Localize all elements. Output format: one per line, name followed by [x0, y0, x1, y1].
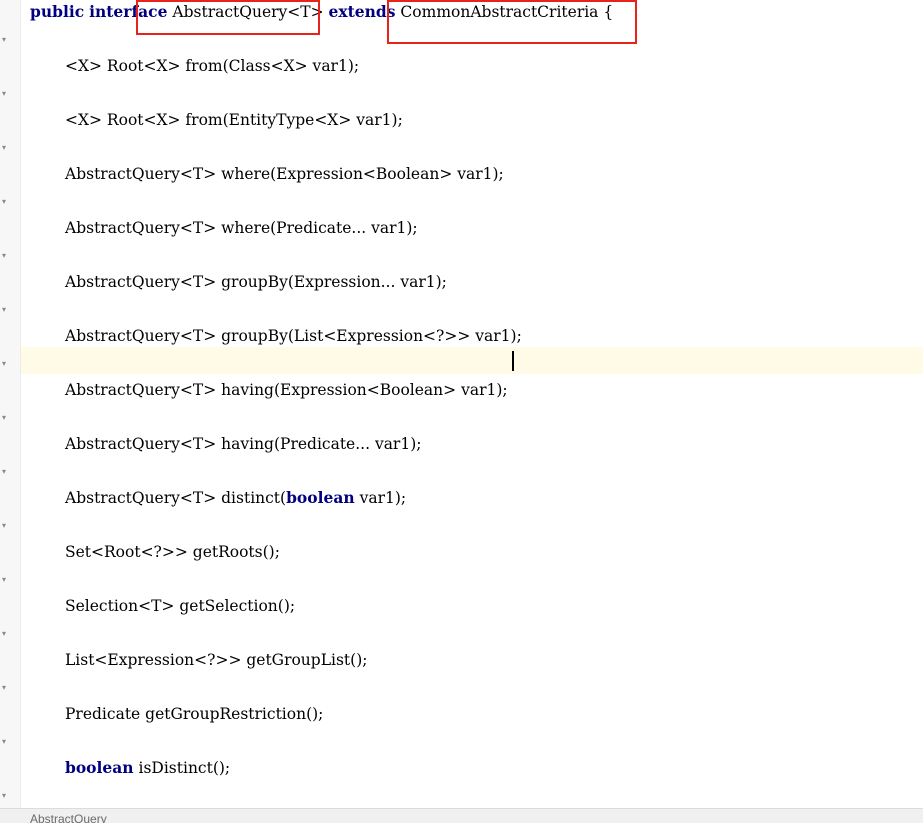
code-line[interactable]: Predicate getGroupRestriction();	[65, 703, 323, 725]
code-line[interactable]: boolean isDistinct();	[65, 757, 230, 779]
fold-marker-icon[interactable]: ▾	[2, 738, 6, 746]
code-token: AbstractQuery<T> groupBy(Expression... v…	[65, 273, 447, 291]
keyword-token: extends	[328, 2, 396, 21]
code-line[interactable]: AbstractQuery<T> where(Expression<Boolea…	[65, 163, 504, 185]
fold-marker-icon[interactable]: ▾	[2, 306, 6, 314]
fold-marker-icon[interactable]: ▾	[2, 684, 6, 692]
code-editor[interactable]: ▾▾▾▾▾▾▾▾▾▾▾▾▾▾▾▾ public interface Abstra…	[0, 0, 923, 808]
fold-marker-icon[interactable]: ▾	[2, 630, 6, 638]
code-token: Selection<T> getSelection();	[65, 597, 296, 615]
code-line[interactable]: AbstractQuery<T> where(Predicate... var1…	[65, 217, 418, 239]
text-caret	[512, 351, 514, 371]
code-line[interactable]: <X> Root<X> from(Class<X> var1);	[65, 55, 359, 77]
code-token: Set<Root<?>> getRoots();	[65, 543, 280, 561]
code-token: AbstractQuery<T> where(Predicate... var1…	[65, 219, 418, 237]
fold-marker-icon[interactable]: ▾	[2, 522, 6, 530]
fold-marker-icon[interactable]: ▾	[2, 792, 6, 800]
fold-marker-icon[interactable]: ▾	[2, 360, 6, 368]
code-token: AbstractQuery<T> having(Expression<Boole…	[65, 381, 508, 399]
fold-marker-icon[interactable]: ▾	[2, 414, 6, 422]
fold-marker-icon[interactable]: ▾	[2, 576, 6, 584]
code-line[interactable]: AbstractQuery<T> having(Predicate... var…	[65, 433, 421, 455]
code-token: AbstractQuery<T> where(Expression<Boolea…	[65, 165, 504, 183]
code-token: AbstractQuery<T> groupBy(List<Expression…	[65, 327, 522, 345]
code-line[interactable]: Set<Root<?>> getRoots();	[65, 541, 280, 563]
editor-gutter: ▾▾▾▾▾▾▾▾▾▾▾▾▾▾▾▾	[0, 0, 21, 808]
fold-marker-icon[interactable]: ▾	[2, 198, 6, 206]
keyword-token: boolean	[286, 488, 355, 507]
code-line[interactable]: AbstractQuery<T> having(Expression<Boole…	[65, 379, 508, 401]
code-token: <X> Root<X> from(Class<X> var1);	[65, 57, 360, 75]
annotation-box-extends-type	[387, 0, 637, 44]
fold-marker-icon[interactable]: ▾	[2, 36, 6, 44]
code-line[interactable]: AbstractQuery<T> groupBy(Expression... v…	[65, 271, 447, 293]
code-token: AbstractQuery<T> distinct(	[65, 489, 287, 507]
code-token: var1);	[354, 489, 407, 507]
code-line[interactable]: <X> Root<X> from(EntityType<X> var1);	[65, 109, 403, 131]
code-token: List<Expression<?>> getGroupList();	[65, 651, 368, 669]
breadcrumb[interactable]: AbstractQuery	[30, 812, 107, 823]
code-token: Predicate getGroupRestriction();	[65, 705, 324, 723]
current-line-highlight	[21, 347, 923, 374]
code-line[interactable]: List<Expression<?>> getGroupList();	[65, 649, 367, 671]
code-line[interactable]: AbstractQuery<T> groupBy(List<Expression…	[65, 325, 522, 347]
code-line[interactable]: Selection<T> getSelection();	[65, 595, 295, 617]
code-token: isDistinct();	[133, 759, 231, 777]
annotation-box-interface-name	[136, 0, 320, 35]
status-bar: AbstractQuery	[0, 808, 923, 823]
code-token: AbstractQuery<T> having(Predicate... var…	[65, 435, 422, 453]
fold-marker-icon[interactable]: ▾	[2, 90, 6, 98]
code-token: <X> Root<X> from(EntityType<X> var1);	[65, 111, 403, 129]
code-line[interactable]: AbstractQuery<T> distinct(boolean var1);	[65, 487, 406, 509]
fold-marker-icon[interactable]: ▾	[2, 252, 6, 260]
keyword-token: public	[30, 2, 85, 21]
fold-marker-icon[interactable]: ▾	[2, 144, 6, 152]
keyword-token: boolean	[65, 758, 134, 777]
fold-marker-icon[interactable]: ▾	[2, 468, 6, 476]
